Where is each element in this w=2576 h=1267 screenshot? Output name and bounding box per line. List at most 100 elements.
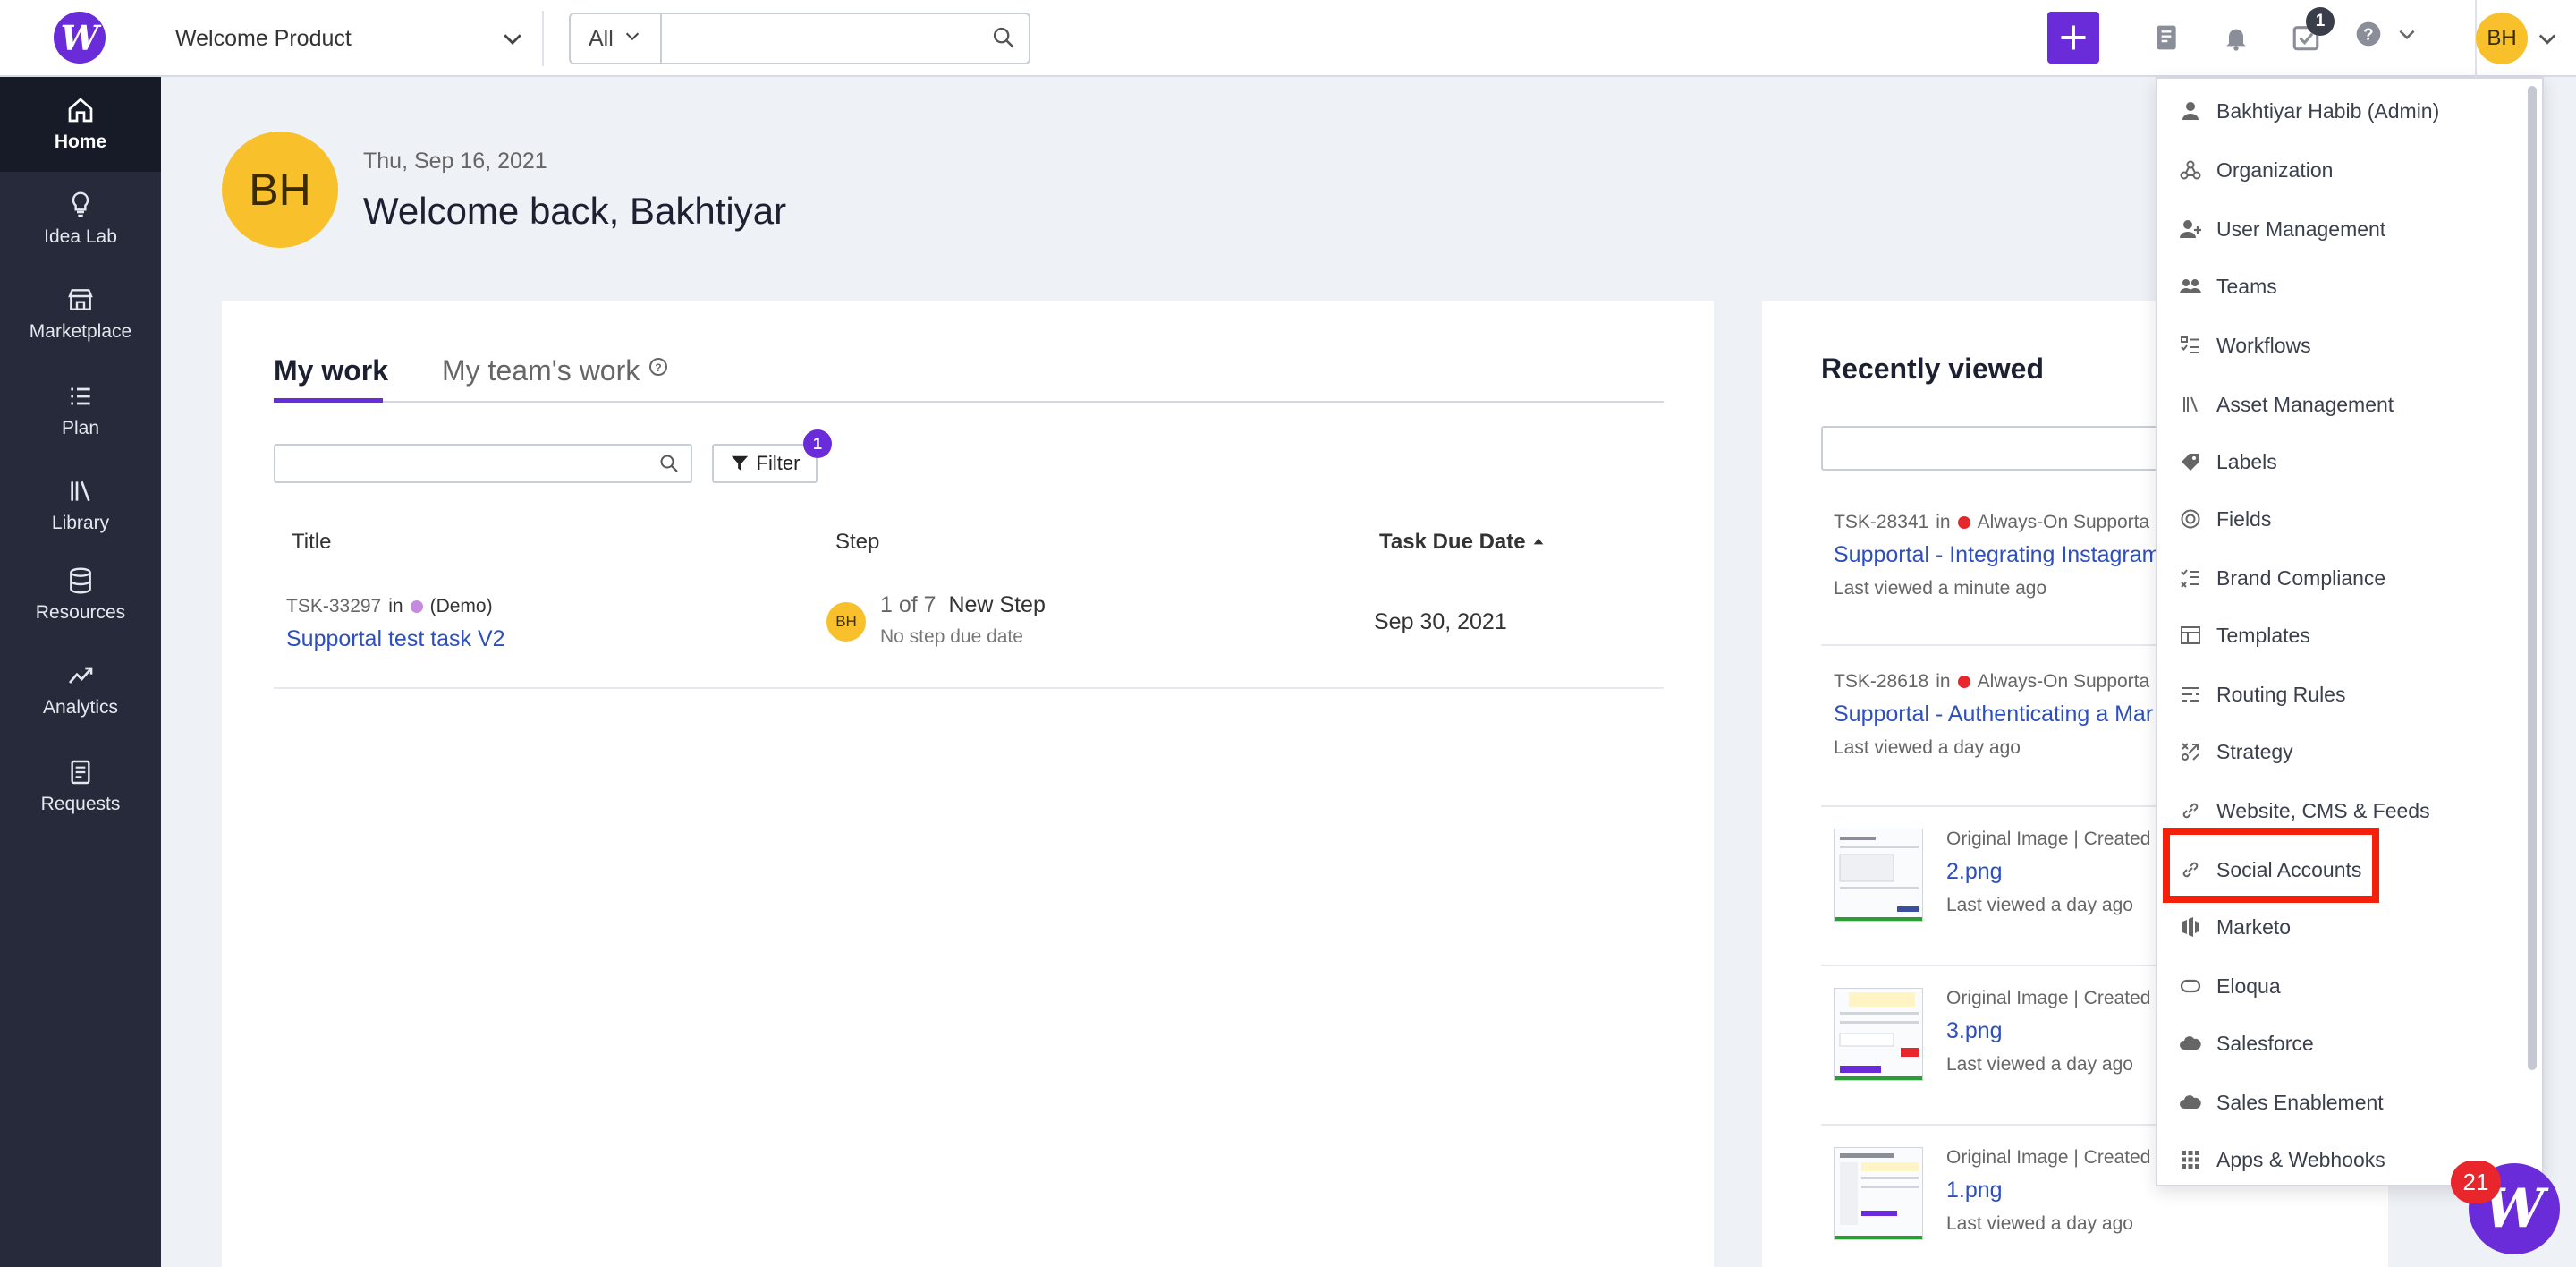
menu-item-profile[interactable]: Bakhtiyar Habib (Admin) xyxy=(2157,84,2533,138)
sidebar-item-label: Requests xyxy=(40,794,121,814)
menu-item-workflows[interactable]: Workflows xyxy=(2157,319,2533,372)
item-meta: Original Image | Created xyxy=(1946,988,2151,1008)
menu-item-strategy[interactable]: Strategy xyxy=(2157,725,2533,778)
item-title-link[interactable]: 2.png xyxy=(1946,859,2003,885)
top-bar: W Welcome Product All 1 ? BH xyxy=(0,0,2576,77)
in-label: in xyxy=(1936,512,1951,532)
project-color-dot xyxy=(1957,516,1970,529)
item-meta: TSK-28618 in Always-On Supporta xyxy=(1834,671,2149,693)
menu-item-label: Marketo xyxy=(2216,914,2292,939)
checklist-icon xyxy=(2179,566,2202,590)
help-icon[interactable]: ? xyxy=(648,356,669,378)
create-button[interactable] xyxy=(2047,12,2099,64)
asset-thumbnail[interactable] xyxy=(1834,988,1923,1081)
page-title: Welcome back, Bakhtiyar xyxy=(363,190,787,232)
in-label: in xyxy=(388,596,403,616)
menu-item-salesforce[interactable]: Salesforce xyxy=(2157,1016,2533,1070)
item-title-link[interactable]: 1.png xyxy=(1946,1178,2003,1203)
help-menu[interactable]: ? xyxy=(2354,20,2419,48)
step-due: No step due date xyxy=(880,626,1023,647)
menu-item-user-management[interactable]: User Management xyxy=(2157,202,2533,256)
search-icon[interactable] xyxy=(991,25,1016,55)
menu-item-label: Apps & Webhooks xyxy=(2216,1147,2385,1171)
menu-item-label: Strategy xyxy=(2216,739,2293,763)
item-title-link[interactable]: Supportal - Authenticating a Mar xyxy=(1834,702,2153,727)
sidebar-item-label: Idea Lab xyxy=(44,226,117,247)
tab-label: My team's work xyxy=(442,354,640,387)
menu-item-fields[interactable]: Fields xyxy=(2157,492,2533,546)
item-viewed: Last viewed a day ago xyxy=(1834,737,2021,758)
people-icon xyxy=(2179,275,2202,298)
column-header-title[interactable]: Title xyxy=(292,530,331,555)
item-title-link[interactable]: 3.png xyxy=(1946,1018,2003,1044)
avatar: BH xyxy=(222,132,338,248)
menu-item-marketo[interactable]: Marketo xyxy=(2157,900,2533,954)
sidebar-item-requests[interactable]: Requests xyxy=(0,739,161,834)
menu-item-eloqua[interactable]: Eloqua xyxy=(2157,959,2533,1013)
task-id-text: TSK-33297 xyxy=(286,596,382,616)
notes-button[interactable] xyxy=(2148,20,2184,55)
sliders-icon xyxy=(2179,683,2202,706)
search-scope-select[interactable]: All xyxy=(571,14,662,63)
project-name: (Demo) xyxy=(429,596,493,616)
search-icon xyxy=(658,453,680,479)
sidebar-item-marketplace[interactable]: Marketplace xyxy=(0,267,161,361)
menu-item-label: Fields xyxy=(2216,506,2272,531)
menu-item-sales-enablement[interactable]: Sales Enablement xyxy=(2157,1076,2533,1129)
task-id-text: TSK-28341 xyxy=(1834,512,1929,532)
item-viewed: Last viewed a minute ago xyxy=(1834,578,2047,599)
my-work-card: My work My team's work ? Filter 1 Title … xyxy=(222,301,1714,1267)
column-header-step[interactable]: Step xyxy=(835,530,879,555)
sidebar-item-plan[interactable]: Plan xyxy=(0,363,161,458)
asset-thumbnail[interactable] xyxy=(1834,829,1923,922)
global-search[interactable]: All xyxy=(569,13,1030,64)
sidebar-item-analytics[interactable]: Analytics xyxy=(0,642,161,737)
user-menu-button[interactable]: BH xyxy=(2476,13,2560,64)
project-name: Always-On Supporta xyxy=(1977,512,2150,532)
product-selector[interactable]: Welcome Product xyxy=(175,16,533,61)
highlight-box xyxy=(2163,828,2379,903)
work-search-input[interactable] xyxy=(274,444,692,483)
sidebar-item-label: Marketplace xyxy=(29,321,132,342)
sidebar-item-library[interactable]: Library xyxy=(0,458,161,553)
menu-item-label: Teams xyxy=(2216,274,2277,298)
lightbulb-icon xyxy=(72,191,89,217)
template-icon xyxy=(2179,624,2202,647)
menu-item-label: Routing Rules xyxy=(2216,682,2346,706)
item-viewed: Last viewed a day ago xyxy=(1946,895,2133,915)
person-icon xyxy=(2179,99,2202,123)
asset-thumbnail[interactable] xyxy=(1834,1147,1923,1240)
divider xyxy=(274,687,1664,689)
menu-item-asset-management[interactable]: Asset Management xyxy=(2157,378,2533,431)
menu-item-brand-compliance[interactable]: Brand Compliance xyxy=(2157,551,2533,605)
notifications-button[interactable] xyxy=(2218,20,2254,55)
sidebar-item-idea-lab[interactable]: Idea Lab xyxy=(0,172,161,267)
filter-button[interactable]: Filter xyxy=(712,444,818,483)
tab-my-work[interactable]: My work xyxy=(274,354,388,387)
project-name: Always-On Supporta xyxy=(1977,671,2150,692)
app-logo[interactable]: W xyxy=(54,12,106,64)
item-title-link[interactable]: Supportal - Integrating Instagram xyxy=(1834,542,2160,568)
sidebar-item-home[interactable]: Home xyxy=(0,77,161,172)
menu-item-label: Templates xyxy=(2216,623,2310,647)
menu-item-teams[interactable]: Teams xyxy=(2157,259,2533,313)
menu-item-routing-rules[interactable]: Routing Rules xyxy=(2157,668,2533,721)
column-header-due-date[interactable]: Task Due Date xyxy=(1379,530,1546,555)
menu-item-label: Sales Enablement xyxy=(2216,1090,2384,1114)
in-label: in xyxy=(1936,671,1951,692)
menu-item-templates[interactable]: Templates xyxy=(2157,608,2533,662)
menu-item-organization[interactable]: Organization xyxy=(2157,143,2533,197)
sidebar-item-label: Analytics xyxy=(42,697,119,718)
sidebar-item-resources[interactable]: Resources xyxy=(0,548,161,642)
menu-item-label: Website, CMS & Feeds xyxy=(2216,798,2430,822)
menu-item-labels[interactable]: Labels xyxy=(2157,435,2533,489)
grid-icon xyxy=(2179,1148,2202,1171)
step-info: 1 of 7 New Step xyxy=(880,592,1046,618)
menu-scrollbar[interactable] xyxy=(2528,86,2537,1070)
library-icon xyxy=(71,480,90,502)
task-title-link[interactable]: Supportal test task V2 xyxy=(286,626,505,652)
svg-text:?: ? xyxy=(2363,25,2373,44)
tab-my-teams-work[interactable]: My team's work ? xyxy=(442,354,669,387)
chevron-down-icon xyxy=(623,26,642,52)
list-icon xyxy=(71,387,90,405)
